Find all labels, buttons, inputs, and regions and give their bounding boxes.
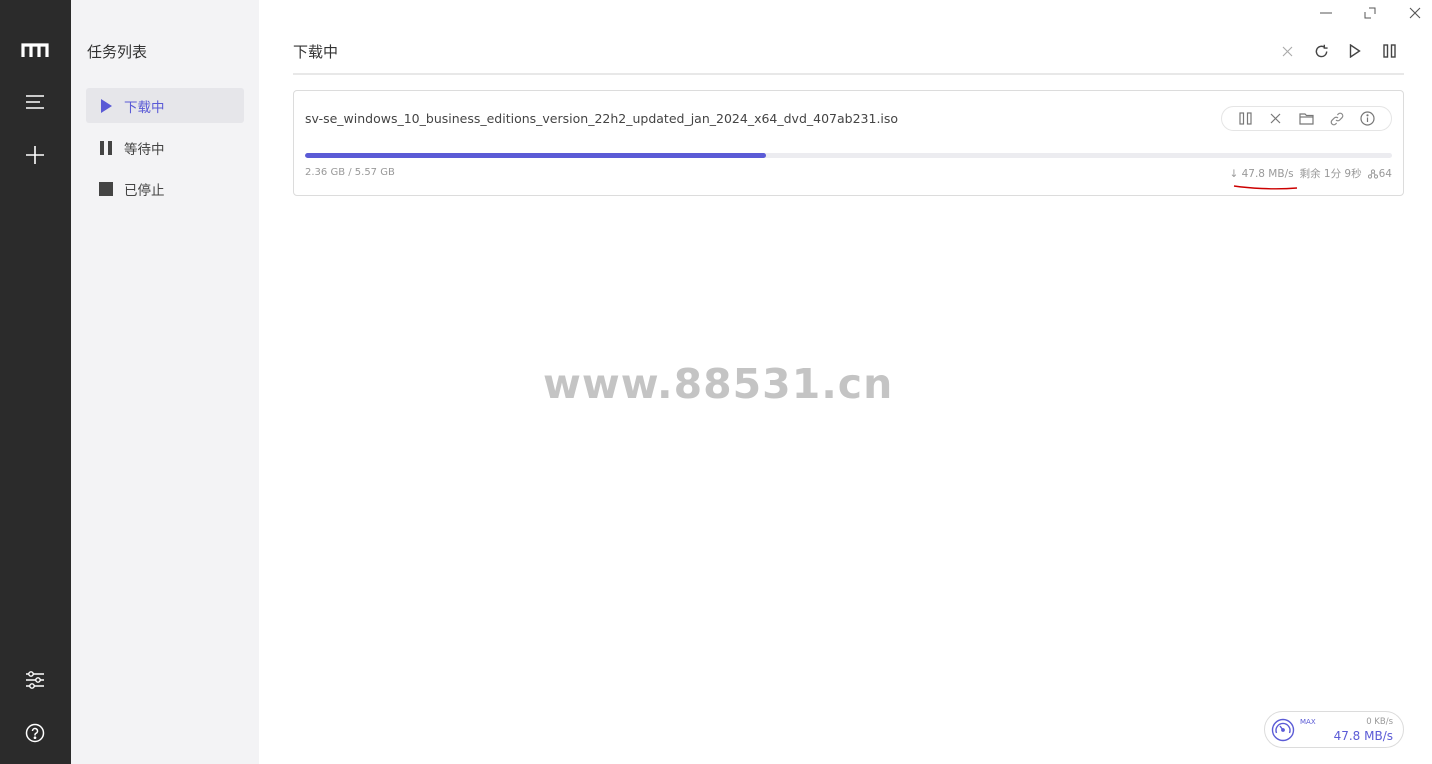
task-size: 2.36 GB / 5.57 GB: [305, 167, 395, 178]
refresh-icon[interactable]: [1309, 39, 1333, 63]
task-card[interactable]: sv-se_windows_10_business_editions_versi…: [293, 90, 1404, 196]
sidebar-item-waiting[interactable]: 等待中: [86, 130, 244, 165]
sidebar-item-label: 等待中: [124, 141, 165, 158]
time-remaining: 剩余 1分 9秒: [1299, 168, 1362, 180]
sidebar-title: 任务列表: [87, 43, 148, 61]
page-title: 下载中: [293, 43, 339, 61]
play-icon[interactable]: [1343, 39, 1367, 63]
play-icon: [98, 98, 114, 114]
minimize-button[interactable]: [1304, 0, 1348, 26]
icon-rail: [0, 0, 71, 764]
watermark: www.88531.cn: [543, 360, 894, 408]
close-window-button[interactable]: [1393, 0, 1432, 26]
upload-speed: 0 KB/s: [1366, 717, 1393, 727]
info-icon[interactable]: [1359, 110, 1377, 128]
maximize-button[interactable]: [1348, 0, 1392, 26]
folder-icon[interactable]: [1297, 110, 1315, 128]
app-window: 任务列表 下载中 等待中 已停止 下载中 sv-se_windows_10_bu…: [0, 0, 1432, 764]
task-filename: sv-se_windows_10_business_editions_versi…: [305, 111, 899, 126]
settings-sliders-icon[interactable]: [11, 660, 59, 700]
sidebar-item-downloading[interactable]: 下载中: [86, 88, 244, 123]
task-sidebar: 任务列表 下载中 等待中 已停止: [71, 0, 259, 764]
progress-bar: [305, 153, 1392, 158]
header-divider: [293, 73, 1404, 75]
close-icon[interactable]: [1275, 39, 1299, 63]
pause-icon[interactable]: [1377, 39, 1401, 63]
peers-icon: [1367, 168, 1378, 179]
connections: 64: [1367, 167, 1392, 180]
pause-icon: [98, 140, 114, 156]
progress-fill: [305, 153, 766, 158]
help-icon[interactable]: [11, 713, 59, 753]
add-icon[interactable]: [11, 135, 59, 175]
task-stats: ↓ 47.8 MB/s 剩余 1分 9秒 64: [1229, 166, 1392, 181]
sidebar-item-stopped[interactable]: 已停止: [86, 171, 244, 206]
delete-icon[interactable]: [1267, 110, 1285, 128]
total-download-speed: 47.8 MB/s: [1333, 729, 1393, 743]
stop-icon: [98, 181, 114, 197]
pause-icon[interactable]: [1236, 110, 1254, 128]
connections-count: 64: [1378, 167, 1392, 180]
menu-icon[interactable]: [11, 82, 59, 122]
speed-limit-label: MAX: [1300, 718, 1316, 726]
speedometer-widget[interactable]: MAX 0 KB/s 47.8 MB/s: [1264, 711, 1404, 748]
sidebar-item-label: 已停止: [124, 182, 165, 199]
logo-m-icon[interactable]: [11, 30, 59, 70]
link-icon[interactable]: [1328, 110, 1346, 128]
task-action-group: [1221, 106, 1392, 131]
sidebar-item-label: 下载中: [124, 99, 165, 116]
annotation-underline: [1233, 185, 1298, 190]
download-speed: ↓ 47.8 MB/s: [1229, 167, 1294, 180]
speedometer-icon: [1271, 718, 1295, 742]
